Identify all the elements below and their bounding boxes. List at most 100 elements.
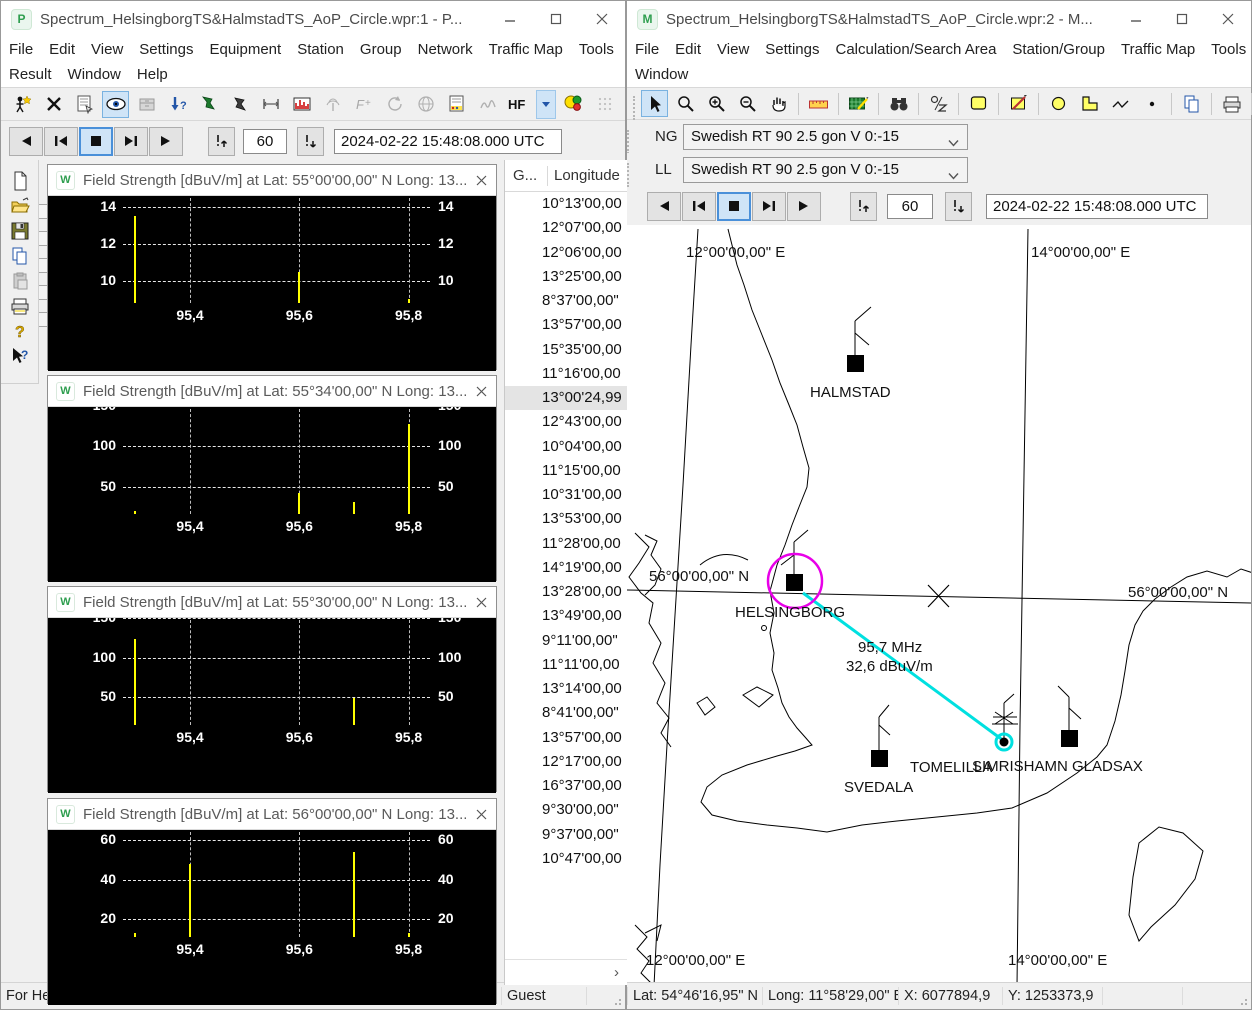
- map-edit-icon[interactable]: [845, 90, 872, 117]
- station-dark-icon[interactable]: [226, 91, 253, 118]
- longitude-row[interactable]: 11°16'00,00: [505, 362, 627, 386]
- menu-item-settings[interactable]: Settings: [757, 41, 827, 58]
- zoom-out-icon[interactable]: [734, 90, 761, 117]
- plot-window-titlebar[interactable]: P Spectrum_HelsingborgTS&HalmstadTS_AoP_…: [1, 1, 625, 37]
- chart-close-icon[interactable]: [466, 801, 496, 827]
- longitude-row[interactable]: 10°04'00,00: [505, 435, 627, 459]
- hf-dropdown-icon[interactable]: [536, 90, 556, 119]
- archive-icon[interactable]: [133, 91, 160, 118]
- longitude-row[interactable]: 13°28'00,00: [505, 580, 627, 604]
- resize-grip[interactable]: [611, 995, 623, 1007]
- properties-icon[interactable]: [71, 91, 98, 118]
- step-last-button[interactable]: [114, 127, 148, 156]
- copy-icon[interactable]: [7, 243, 33, 268]
- longitude-row[interactable]: 14°19'00,00: [505, 556, 627, 580]
- map-window-titlebar[interactable]: M Spectrum_HelsingborgTS&HalmstadTS_AoP_…: [627, 1, 1251, 37]
- play-button[interactable]: [149, 127, 183, 156]
- longitude-row[interactable]: 9°37'00,00": [505, 823, 627, 847]
- step-down-button[interactable]: [945, 192, 972, 221]
- menu-item-settings[interactable]: Settings: [131, 41, 201, 58]
- map-canvas[interactable]: HALMSTAD HELSINGBORG 95,7 MHz 32,6 dBuV/…: [627, 225, 1251, 986]
- menu-item-result[interactable]: Result: [1, 66, 60, 83]
- longitude-row[interactable]: 13°49'00,00: [505, 604, 627, 628]
- minimize-button[interactable]: [487, 2, 533, 36]
- area-rectangle-icon[interactable]: [965, 90, 992, 117]
- hf-mode-icon[interactable]: HF: [505, 91, 532, 118]
- polyline-icon[interactable]: [1107, 90, 1134, 117]
- map-svg[interactable]: HALMSTAD HELSINGBORG 95,7 MHz 32,6 dBuV/…: [627, 225, 1251, 986]
- longitude-row[interactable]: 11°28'00,00: [505, 532, 627, 556]
- maximize-button[interactable]: [533, 2, 579, 36]
- point-icon[interactable]: [1138, 90, 1165, 117]
- new-file-icon[interactable]: [7, 168, 33, 193]
- chart-close-icon[interactable]: [466, 167, 496, 193]
- zoom-in-icon[interactable]: [703, 90, 730, 117]
- row-grip[interactable]: [627, 163, 633, 187]
- step-first-button[interactable]: [682, 192, 716, 221]
- step-up-button[interactable]: [208, 127, 235, 156]
- longitude-row[interactable]: 9°30'00,00": [505, 798, 627, 822]
- menu-item-file[interactable]: File: [627, 41, 667, 58]
- chart-titlebar[interactable]: W Field Strength [dBuV/m] at Lat: 55°30'…: [48, 587, 496, 618]
- close-button[interactable]: [579, 2, 625, 36]
- step-down-button[interactable]: [297, 127, 324, 156]
- area-polygon-icon[interactable]: [1076, 90, 1103, 117]
- print-icon[interactable]: [1218, 90, 1245, 117]
- step-last-button[interactable]: [752, 192, 786, 221]
- show-results-eye-icon[interactable]: [102, 91, 129, 118]
- chart-close-icon[interactable]: [466, 589, 496, 615]
- row-grip[interactable]: [627, 130, 633, 154]
- scroll-right-icon[interactable]: ›: [614, 964, 619, 981]
- traffic-balls-icon[interactable]: [560, 91, 587, 118]
- sort-query-icon[interactable]: ?: [164, 91, 191, 118]
- step-first-button[interactable]: [44, 127, 78, 156]
- longitude-row[interactable]: 13°25'00,00: [505, 265, 627, 289]
- ll-projection-select[interactable]: Swedish RT 90 2.5 gon V 0:-15: [683, 157, 968, 183]
- area-circle-icon[interactable]: [1045, 90, 1072, 117]
- menu-item-network[interactable]: Network: [410, 41, 481, 58]
- play-button[interactable]: [787, 192, 821, 221]
- longitude-row[interactable]: 9°11'00,00": [505, 629, 627, 653]
- menu-item-station[interactable]: Station: [289, 41, 352, 58]
- datetime-field[interactable]: 2024-02-22 15:48:08.000 UTC: [986, 194, 1208, 219]
- longitude-row[interactable]: 13°14'00,00: [505, 677, 627, 701]
- play-reverse-button[interactable]: [647, 192, 681, 221]
- delete-icon[interactable]: [40, 91, 67, 118]
- select-cursor-icon[interactable]: [641, 90, 668, 117]
- menu-item-tools[interactable]: Tools: [1203, 41, 1252, 58]
- help-icon[interactable]: ?: [7, 318, 33, 343]
- menu-item-window[interactable]: Window: [60, 66, 129, 83]
- print-icon[interactable]: [7, 293, 33, 318]
- stop-button[interactable]: [79, 127, 113, 156]
- longitude-row[interactable]: 13°00'24,99: [505, 386, 627, 410]
- stop-button[interactable]: [717, 192, 751, 221]
- chart-titlebar[interactable]: W Field Strength [dBuV/m] at Lat: 55°00'…: [48, 165, 496, 196]
- longitude-column-header[interactable]: Longitude: [548, 167, 620, 184]
- datetime-field[interactable]: 2024-02-22 15:48:08.000 UTC: [334, 129, 562, 154]
- station-halmstad[interactable]: [847, 307, 871, 372]
- menu-item-view[interactable]: View: [709, 41, 757, 58]
- minimize-button[interactable]: [1113, 2, 1159, 36]
- chart-titlebar[interactable]: W Field Strength [dBuV/m] at Lat: 56°00'…: [48, 799, 496, 830]
- longitude-row[interactable]: 12°43'00,00: [505, 410, 627, 434]
- area-edit-pencil-icon[interactable]: [1005, 90, 1032, 117]
- longitude-row[interactable]: 11°15'00,00: [505, 459, 627, 483]
- close-button[interactable]: [1205, 2, 1251, 36]
- menu-item-traffic-map[interactable]: Traffic Map: [1113, 41, 1203, 58]
- interval-field[interactable]: 60: [243, 129, 287, 154]
- station-gladsax[interactable]: [1058, 686, 1081, 747]
- spectrum-histogram-icon[interactable]: [288, 91, 315, 118]
- longitude-row[interactable]: 10°47'00,00: [505, 847, 627, 871]
- longitude-row[interactable]: 13°57'00,00: [505, 313, 627, 337]
- menu-item-traffic-map[interactable]: Traffic Map: [481, 41, 571, 58]
- chart-close-icon[interactable]: [466, 378, 496, 404]
- menu-item-group[interactable]: Group: [352, 41, 410, 58]
- worksheet-icon[interactable]: [443, 91, 470, 118]
- menu-item-equipment[interactable]: Equipment: [201, 41, 289, 58]
- menu-item-calculation-search-area[interactable]: Calculation/Search Area: [827, 41, 1004, 58]
- menu-item-edit[interactable]: Edit: [667, 41, 709, 58]
- menu-item-tools[interactable]: Tools: [571, 41, 622, 58]
- range-span-icon[interactable]: [257, 91, 284, 118]
- group-column-header[interactable]: G...: [505, 166, 548, 186]
- longitude-row[interactable]: 8°37'00,00": [505, 289, 627, 313]
